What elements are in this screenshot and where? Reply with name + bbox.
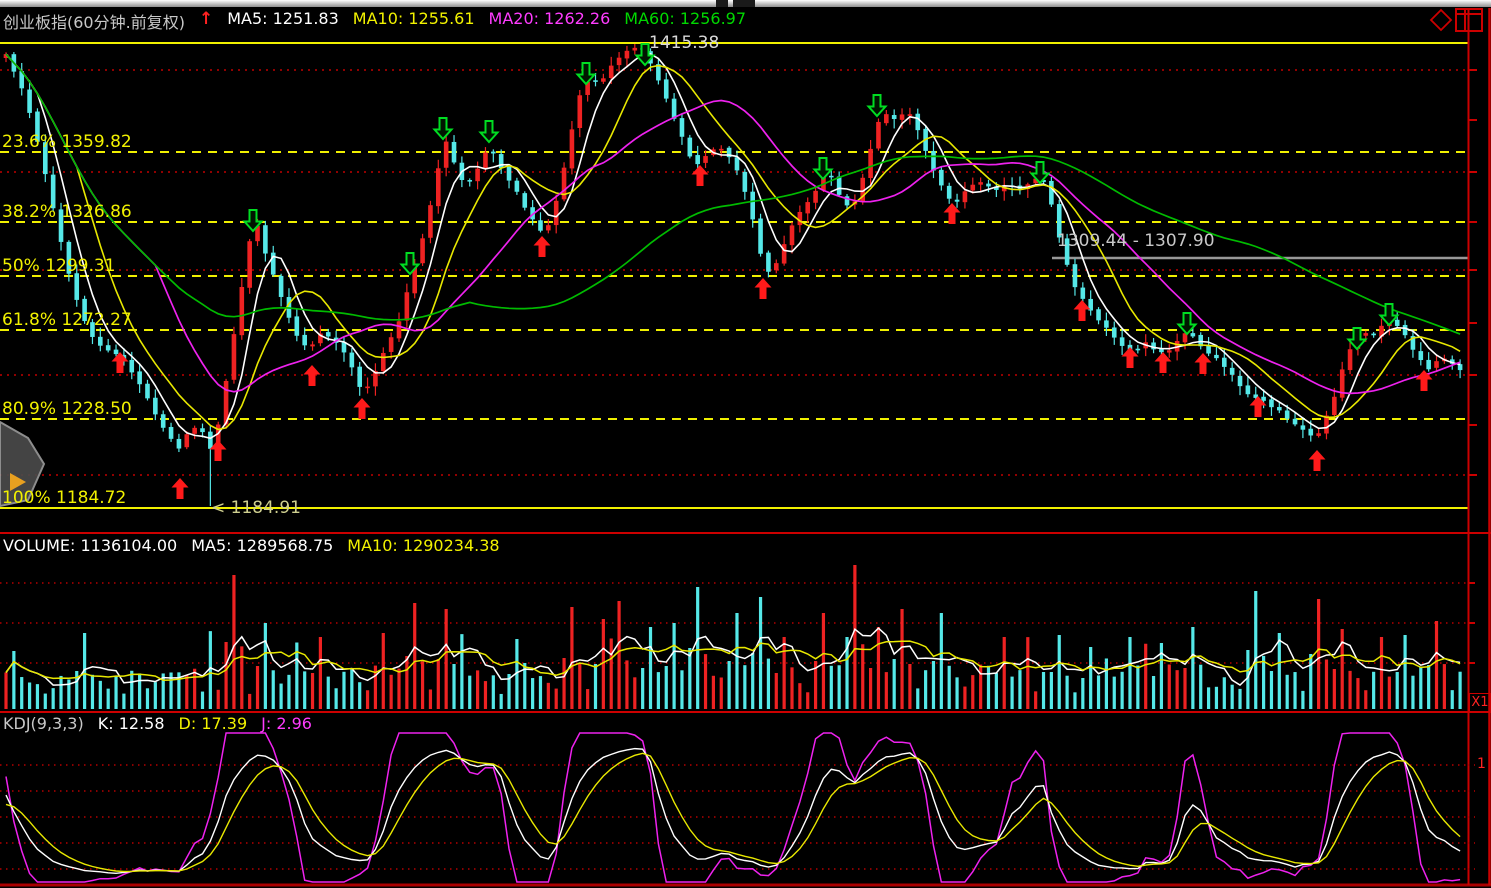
ma20-value: MA20: 1262.26 <box>489 9 611 33</box>
gap-range-annotation: 1309.44 - 1307.90 <box>1057 231 1215 251</box>
ma60-line <box>6 54 1460 334</box>
kdj-axis-tick-label: 1 <box>1477 756 1486 772</box>
kdj-title: KDJ(9,3,3) <box>3 714 84 733</box>
buy-signal-icon <box>755 278 772 299</box>
kdj-k-value: K: 12.58 <box>98 714 165 733</box>
volume-scale-badge: X1 <box>1469 693 1491 713</box>
sell-signal-icon <box>481 121 498 142</box>
volume-header: VOLUME: 1136104.00 MA5: 1289568.75 MA10:… <box>3 536 500 555</box>
buy-signal-icon <box>304 365 321 386</box>
buy-signal-icon <box>1074 300 1091 321</box>
ma5-value: MA5: 1251.83 <box>227 9 339 33</box>
fib-level-label: 80.9% 1228.50 <box>2 399 132 419</box>
sell-signal-icon <box>869 95 886 116</box>
candlestick-series <box>4 44 1463 506</box>
low-price-annotation: < 1184.91 <box>211 498 301 518</box>
buy-signal-icon <box>1309 450 1326 471</box>
volume-value: VOLUME: 1136104.00 <box>3 536 177 555</box>
buy-signal-icon <box>944 203 961 224</box>
kdj-j-line <box>6 733 1460 882</box>
trend-up-icon: ↑ <box>199 9 213 33</box>
buy-signal-icon <box>172 478 189 499</box>
ma60-value: MA60: 1256.97 <box>624 9 746 33</box>
signal-arrows <box>112 44 1433 499</box>
sell-signal-icon <box>1349 328 1366 349</box>
volume-ma10-value: MA10: 1290234.38 <box>347 536 499 555</box>
low-price-text: 1184.91 <box>231 498 301 518</box>
volume-ma5-line <box>6 628 1460 685</box>
chart-canvas[interactable] <box>0 0 1491 888</box>
fib-level-label: 61.8% 1272.27 <box>2 310 132 330</box>
volume-ma5-value: MA5: 1289568.75 <box>191 536 333 555</box>
fib-level-label: 50% 1299.31 <box>2 256 116 276</box>
buy-signal-icon <box>534 236 551 257</box>
kdj-j-value: J: 2.96 <box>261 714 312 733</box>
kdj-lines <box>6 733 1460 882</box>
titlebar-icons <box>1431 9 1482 31</box>
fib-level-label: 23.6% 1359.82 <box>2 132 132 152</box>
sell-signal-icon <box>435 118 452 139</box>
volume-ma10-line <box>6 641 1460 680</box>
fib-level-label: 100% 1184.72 <box>2 488 126 508</box>
diamond-icon[interactable] <box>1431 10 1451 30</box>
main-chart-header: 创业板指(60分钟.前复权) ↑ MA5: 1251.83 MA10: 1255… <box>3 9 746 33</box>
kdj-k-line <box>6 749 1460 874</box>
peak-price-annotation: 1415.38 <box>649 33 719 53</box>
sell-signal-icon <box>578 63 595 84</box>
buy-signal-icon <box>692 165 709 186</box>
instrument-title: 创业板指(60分钟.前复权) <box>3 9 185 33</box>
volume-bars <box>6 565 1460 709</box>
trading-terminal: 创业板指(60分钟.前复权) ↑ MA5: 1251.83 MA10: 1255… <box>0 0 1491 888</box>
low-pointer-icon: < <box>211 498 225 518</box>
fib-level-label: 38.2% 1326.86 <box>2 202 132 222</box>
ma10-value: MA10: 1255.61 <box>353 9 475 33</box>
kdj-d-value: D: 17.39 <box>179 714 248 733</box>
sell-signal-icon <box>815 158 832 179</box>
buy-signal-icon <box>354 398 371 419</box>
volume-ma-lines <box>6 628 1460 685</box>
kdj-header: KDJ(9,3,3) K: 12.58 D: 17.39 J: 2.96 <box>3 714 312 733</box>
ma20-line <box>6 54 1460 393</box>
